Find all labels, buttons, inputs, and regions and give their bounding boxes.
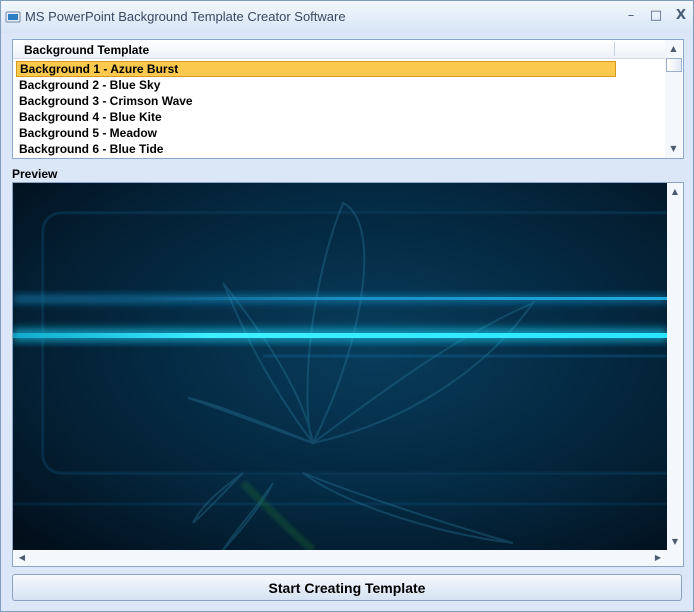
scroll-up-icon[interactable]: ▲: [667, 185, 683, 199]
preview-label: Preview: [12, 167, 58, 181]
list-item[interactable]: Background 6 - Blue Tide: [16, 141, 616, 157]
template-list[interactable]: Background Template Background 1 - Azure…: [12, 39, 684, 159]
app-window: MS PowerPoint Background Template Creato…: [0, 0, 694, 612]
title-bar: MS PowerPoint Background Template Creato…: [1, 1, 693, 33]
window-title: MS PowerPoint Background Template Creato…: [25, 9, 346, 24]
background-preview-image: [13, 183, 667, 550]
preview-horizontal-scrollbar[interactable]: ◀ ▶: [13, 550, 667, 566]
scroll-down-icon[interactable]: ▼: [667, 535, 683, 549]
list-item[interactable]: Background 3 - Crimson Wave: [16, 93, 616, 109]
column-separator[interactable]: [614, 42, 615, 56]
preview-vertical-scrollbar[interactable]: ▲ ▼: [667, 183, 683, 550]
scroll-down-icon[interactable]: ▼: [665, 142, 682, 156]
app-icon: [5, 11, 21, 23]
preview-panel: ▲ ▼ ◀ ▶: [12, 182, 684, 567]
scroll-up-icon[interactable]: ▲: [665, 42, 682, 56]
start-creating-template-button[interactable]: Start Creating Template: [12, 574, 682, 601]
list-column-header[interactable]: Background Template: [13, 40, 667, 59]
list-item[interactable]: Background 5 - Meadow: [16, 125, 616, 141]
list-item[interactable]: Background 2 - Blue Sky: [16, 77, 616, 93]
close-button[interactable]: X: [671, 7, 691, 25]
maximize-button[interactable]: □: [646, 7, 666, 25]
list-item[interactable]: Background 4 - Blue Kite: [16, 109, 616, 125]
azure-burst-artwork: [13, 183, 667, 550]
list-item[interactable]: Background 1 - Azure Burst: [16, 61, 616, 77]
column-header-label: Background Template: [24, 43, 150, 57]
scroll-right-icon[interactable]: ▶: [651, 551, 665, 565]
list-items: Background 1 - Azure Burst Background 2 …: [16, 61, 616, 157]
minimize-button[interactable]: –: [621, 7, 641, 25]
scroll-left-icon[interactable]: ◀: [15, 551, 29, 565]
scroll-thumb[interactable]: [666, 58, 682, 72]
list-scrollbar[interactable]: ▲ ▼: [665, 40, 682, 158]
